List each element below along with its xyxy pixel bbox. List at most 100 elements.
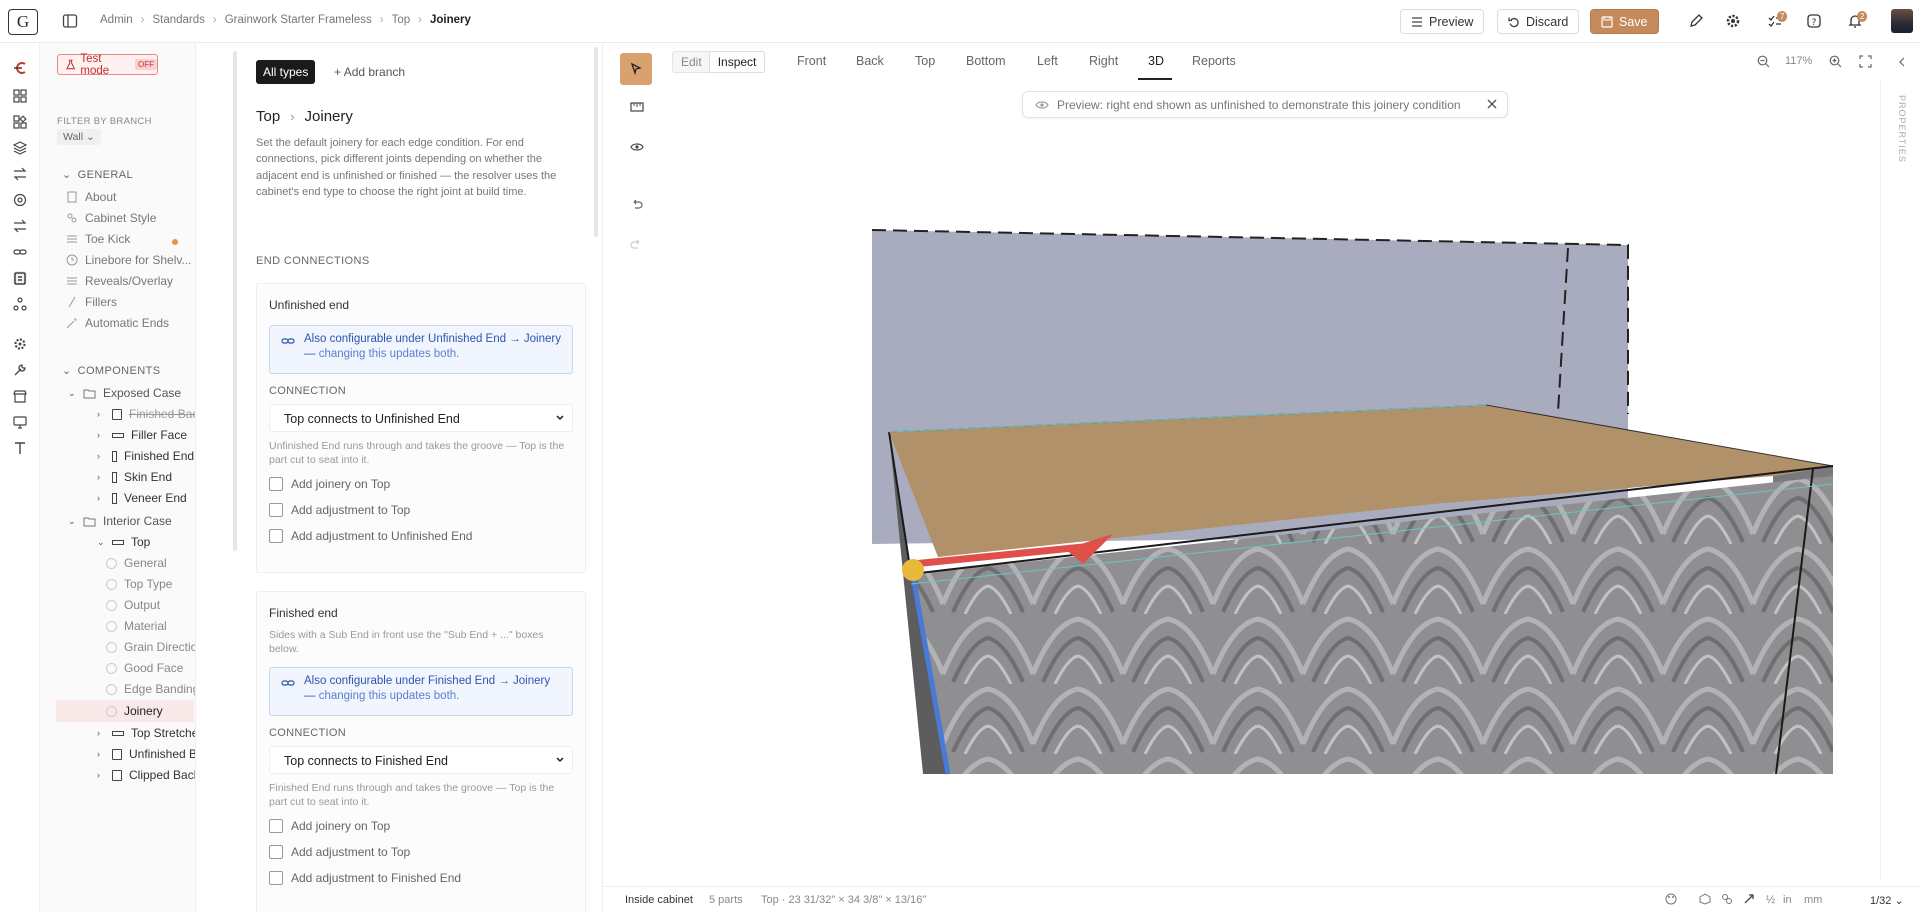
precision-select[interactable]: 1/32 ⌄ [1870,894,1904,907]
close-icon[interactable] [1487,99,1497,109]
checkbox[interactable] [269,819,283,833]
tree-node-top-stretcher[interactable]: › Top Stretcher [97,726,195,740]
checkbox-joinery-top[interactable]: Add joinery on Top [269,477,390,491]
tree-node-filler-face[interactable]: › Filler Face [97,428,187,442]
undo-icon[interactable] [630,199,643,211]
breadcrumb-standards[interactable]: Standards [152,14,204,26]
zoom-out-icon[interactable] [1757,55,1770,68]
tab-right[interactable]: Right [1089,54,1118,68]
layers-icon[interactable] [13,141,27,155]
add-branch-button[interactable]: + Add branch [334,65,405,79]
checkbox[interactable] [269,845,283,859]
tree-node-finished-end[interactable]: › Finished End [97,449,194,463]
dashboard-icon[interactable] [13,89,27,103]
tree-leaf-general[interactable]: General [106,556,167,570]
tab-top[interactable]: Top [915,54,935,68]
nodes-icon[interactable] [13,297,27,311]
store-icon[interactable] [13,389,27,403]
info-link[interactable]: changing this updates both. [319,348,460,360]
link-icon[interactable] [13,245,27,259]
save-button[interactable]: Save [1590,9,1659,34]
tree-node-clipped-back[interactable]: › Clipped Back [97,768,195,782]
preview-button[interactable]: Preview [1400,9,1485,34]
tree-item-cabinet-style[interactable]: Cabinet Style [66,211,156,225]
tab-reports[interactable]: Reports [1192,54,1236,68]
checkbox-adjust-finished-end[interactable]: Add adjustment to Finished End [269,871,461,885]
select-tool-button[interactable] [620,53,652,85]
tree-leaf-edge-banding[interactable]: Edge Banding [106,682,195,696]
tree-item-automatic-ends[interactable]: Automatic Ends [66,316,169,330]
mode-edit[interactable]: Edit [673,52,710,72]
discard-button[interactable]: Discard [1497,9,1580,34]
tree-leaf-top-type[interactable]: Top Type [106,577,172,591]
checkbox-joinery-top[interactable]: Add joinery on Top [269,819,390,833]
3d-viewport[interactable] [673,124,1880,886]
tree-item-linebore[interactable]: Linebore for Shelv... [66,253,192,267]
checkbox-adjust-top[interactable]: Add adjustment to Top [269,503,410,517]
tree-leaf-good-face[interactable]: Good Face [106,661,183,675]
explode-icon[interactable] [1743,893,1755,905]
checkbox[interactable] [269,871,283,885]
fullscreen-icon[interactable] [1859,55,1872,68]
connection-select[interactable]: Top connects to Finished End [269,746,573,774]
branch-filter-select[interactable]: Wall ⌄ [57,129,101,145]
mode-inspect[interactable]: Inspect [709,52,765,72]
section-components[interactable]: ⌄ COMPONENTS [62,364,160,378]
redo-icon[interactable] [630,239,643,251]
sidebar-toggle-icon[interactable] [62,13,78,29]
eye-icon[interactable] [630,142,644,152]
breadcrumb-standard-name[interactable]: Grainwork Starter Frameless [225,14,372,26]
tree-leaf-grain-direction[interactable]: Grain Direction [106,640,195,654]
tree-node-unfinished-back[interactable]: ›Unfinished Ba... [97,747,195,761]
wrench-icon[interactable] [13,363,27,377]
unit-in[interactable]: in [1783,894,1792,906]
checkbox[interactable] [269,529,283,543]
tab-left[interactable]: Left [1037,54,1058,68]
transfer-icon[interactable] [13,167,27,181]
fraction-toggle[interactable]: ½ [1766,894,1775,906]
tree-item-reveals[interactable]: Reveals/Overlay [66,274,173,288]
tab-3d[interactable]: 3D [1148,54,1164,68]
tree-item-fillers[interactable]: Fillers [66,295,117,309]
standards-clipboard-icon[interactable] [13,271,27,285]
detail-crumb-parent[interactable]: Top [256,108,280,125]
checkbox-adjust-top[interactable]: Add adjustment to Top [269,845,410,859]
checkbox-adjust-unfinished-end[interactable]: Add adjustment to Unfinished End [269,529,472,543]
breadcrumb-top[interactable]: Top [392,14,411,26]
target-icon[interactable] [13,193,27,207]
properties-label[interactable]: PROPERTIES [1897,95,1907,163]
text-icon[interactable] [13,441,27,455]
tree-leaf-joinery[interactable]: Joinery [56,700,194,722]
tab-back[interactable]: Back [856,54,884,68]
checkbox[interactable] [269,503,283,517]
settings-gear-icon[interactable] [1725,13,1741,29]
collapse-panel-icon[interactable] [1898,57,1906,67]
pencil-icon[interactable] [1688,13,1704,29]
properties-panel[interactable] [1880,79,1920,879]
tree-item-about[interactable]: About [66,190,116,204]
connection-select[interactable]: Top connects to Unfinished End [269,404,573,432]
info-link[interactable]: changing this updates both. [319,690,460,702]
link-chain-icon[interactable] [1721,893,1733,905]
gear-outline-icon[interactable] [13,337,27,351]
test-mode-toggle[interactable]: Test mode OFF [57,53,158,77]
checkbox[interactable] [269,477,283,491]
tab-front[interactable]: Front [797,54,826,68]
tree-node-veneer-end[interactable]: › Veneer End [97,491,187,505]
help-icon[interactable]: ? [1806,13,1822,29]
tree-node-skin-end[interactable]: › Skin End [97,470,172,484]
user-avatar[interactable] [1891,9,1913,33]
tab-bottom[interactable]: Bottom [966,54,1006,68]
tree-node-top[interactable]: ⌄ Top [97,535,150,549]
unit-mm[interactable]: mm [1804,894,1822,906]
monitor-icon[interactable] [13,415,27,429]
tree-scrollbar[interactable] [233,51,237,551]
swap-icon[interactable] [13,219,27,233]
section-general[interactable]: ⌄ GENERAL [62,168,133,182]
ruler-icon[interactable] [630,101,644,113]
all-types-chip[interactable]: All types [256,60,316,84]
joint-marker[interactable] [902,559,924,581]
brand-mark-icon[interactable] [13,61,29,75]
tree-node-interior-case[interactable]: ⌄ Interior Case [68,514,172,528]
tree-item-toe-kick[interactable]: Toe Kick [66,232,130,246]
